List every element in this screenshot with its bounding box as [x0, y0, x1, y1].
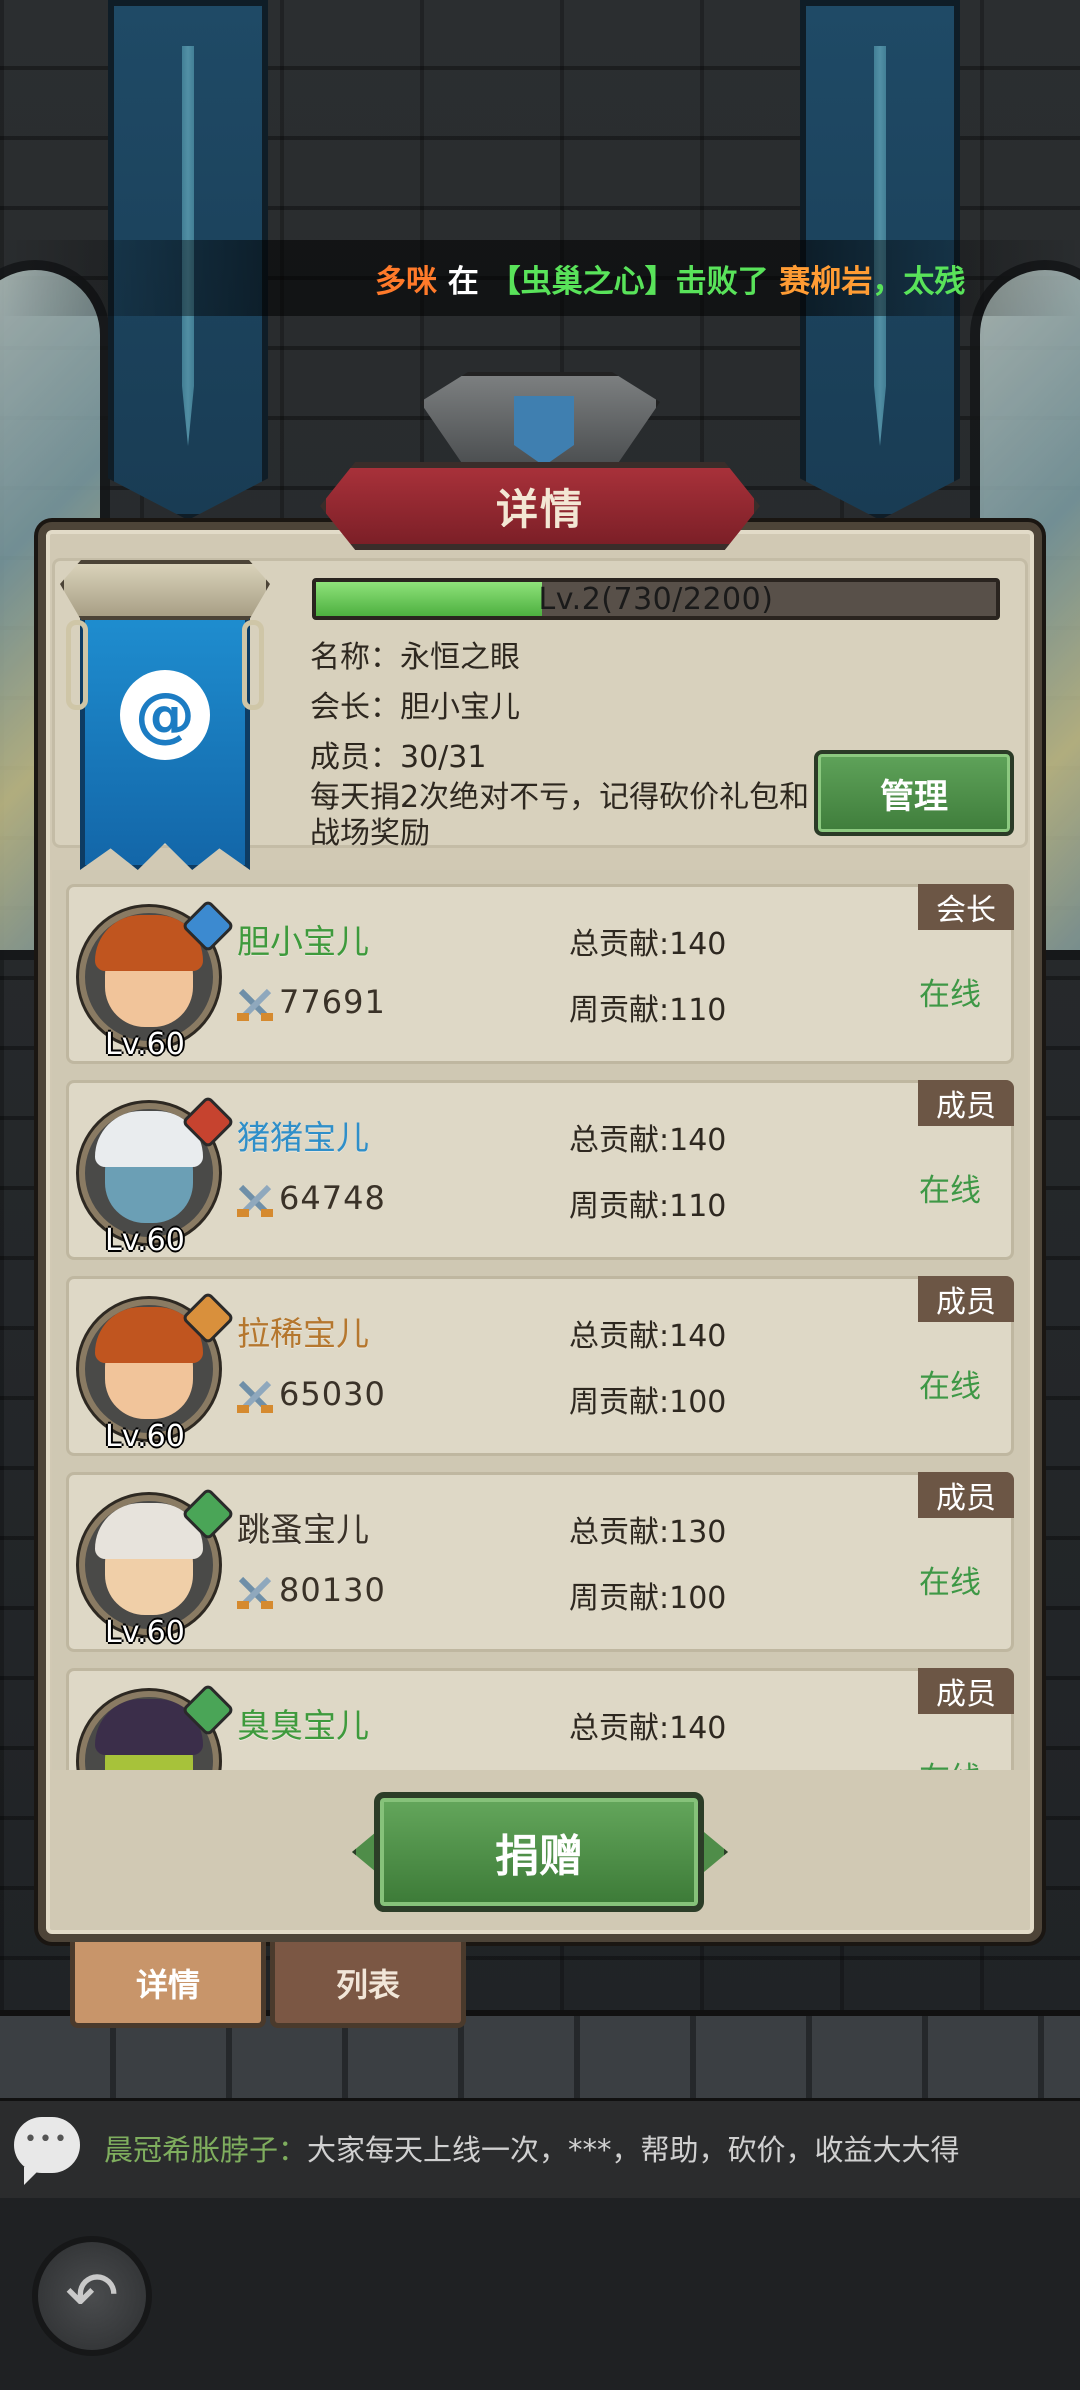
member-role-tag: 成员	[918, 1276, 1014, 1322]
bottom-bar	[0, 2198, 1080, 2390]
member-list[interactable]: Lv.60 胆小宝儿 77691 总贡献:140 周贡献:110 在线 会长 Lv.60 猪猪宝…	[52, 870, 1028, 1770]
member-status: 在线	[919, 977, 981, 1013]
member-level: Lv.60	[105, 1027, 185, 1062]
chat-bubble-icon[interactable]	[14, 2117, 80, 2173]
member-name: 臭臭宝儿	[237, 1706, 369, 1745]
member-status: 在线	[919, 1173, 981, 1209]
member-card[interactable]: Lv.60 猪猪宝儿 64748 总贡献:140 周贡献:110 在线 成员	[66, 1080, 1014, 1260]
member-status: 在线	[919, 1369, 981, 1405]
member-status: 在线	[919, 1565, 981, 1601]
member-name: 拉稀宝儿	[237, 1314, 369, 1353]
crossed-swords-icon	[237, 1380, 273, 1413]
member-name: 猪猪宝儿	[237, 1118, 369, 1157]
member-name: 跳蚤宝儿	[237, 1510, 369, 1549]
member-name: 胆小宝儿	[237, 922, 369, 961]
member-weekly-contribution: 周贡献:100	[569, 1385, 727, 1420]
member-power: 64748	[279, 1179, 386, 1217]
broadcast-marquee: 多咪 在 【虫巢之心】击败了 赛柳岩，太残	[0, 240, 1080, 316]
guild-member-count: 成员：30/31	[310, 740, 487, 775]
member-total-contribution: 总贡献:140	[569, 1319, 727, 1354]
crossed-swords-icon	[237, 988, 273, 1021]
member-power: 80130	[279, 1571, 386, 1609]
member-weekly-contribution: 周贡献:110	[569, 993, 727, 1028]
guild-xp-bar: Lv.2(730/2200)	[312, 578, 1000, 620]
member-role-tag: 成员	[918, 1668, 1014, 1714]
avatar[interactable]: Lv.60	[79, 1095, 235, 1258]
dialog-title: 详情	[495, 484, 584, 534]
spiral-emblem-icon: @	[120, 670, 210, 760]
tab-list[interactable]: 列表	[270, 1942, 466, 2028]
guild-leader: 会长：胆小宝儿	[310, 690, 520, 725]
crossed-swords-icon	[237, 1184, 273, 1217]
member-total-contribution: 总贡献:140	[569, 1711, 727, 1746]
tab-details[interactable]: 详情	[70, 1942, 266, 2028]
member-card[interactable]: Lv.60 跳蚤宝儿 80130 总贡献:130 周贡献:100 在线 成员	[66, 1472, 1014, 1652]
chain-icon	[242, 620, 264, 710]
dialog-title-plate: 详情	[320, 462, 760, 550]
member-card[interactable]: Lv.60 胆小宝儿 77691 总贡献:140 周贡献:110 在线 会长	[66, 884, 1014, 1064]
manage-button[interactable]: 管理	[814, 750, 1014, 836]
chat-message: 大家每天上线一次，***，帮助，砍价，收益大大得	[307, 2133, 960, 2167]
guild-flag: @	[60, 560, 270, 880]
member-total-contribution: 总贡献:140	[569, 927, 727, 962]
flag-bar	[60, 560, 270, 620]
guild-notice: 每天捐2次绝对不亏，记得砍价礼包和战场奖励	[310, 780, 810, 851]
guild-name: 名称：永恒之眼	[310, 640, 520, 675]
broadcast-player: 多咪	[375, 264, 437, 300]
donate-button[interactable]: 捐赠	[374, 1792, 704, 1912]
broadcast-action: 击败了	[675, 264, 769, 300]
chat-speaker: 晨冠希胀脖子	[104, 2133, 279, 2167]
member-level: Lv.60	[105, 1419, 185, 1454]
broadcast-text: 多咪 在 【虫巢之心】击败了 赛柳岩，太残	[375, 256, 1035, 300]
member-role-tag: 成员	[918, 1080, 1014, 1126]
member-weekly-contribution: 周贡献:110	[569, 1189, 727, 1224]
world-chat-bar[interactable]: 晨冠希胀脖子：大家每天上线一次，***，帮助，砍价，收益大大得	[0, 2098, 1080, 2198]
back-arrow-icon[interactable]: ↶	[32, 2236, 152, 2356]
member-role-tag: 会长	[918, 884, 1014, 930]
broadcast-location: 【虫巢之心】	[489, 264, 676, 300]
avatar[interactable]: Lv.60	[79, 1683, 235, 1770]
member-total-contribution: 总贡献:130	[569, 1515, 727, 1550]
broadcast-in: 在	[447, 264, 479, 300]
chain-icon	[66, 620, 88, 710]
member-level: Lv.60	[105, 1615, 185, 1650]
avatar[interactable]: Lv.60	[79, 1291, 235, 1454]
member-level: Lv.60	[105, 1223, 185, 1258]
member-power: 77691	[279, 983, 386, 1021]
broadcast-tail: ，太残	[872, 264, 966, 300]
member-role-tag: 成员	[918, 1472, 1014, 1518]
chat-message-line: 晨冠希胀脖子：大家每天上线一次，***，帮助，砍价，收益大大得	[104, 2127, 1064, 2169]
avatar[interactable]: Lv.60	[79, 899, 235, 1062]
member-total-contribution: 总贡献:140	[569, 1123, 727, 1158]
broadcast-target: 赛柳岩	[779, 264, 873, 300]
member-weekly-contribution: 周贡献:100	[569, 1581, 727, 1616]
member-card[interactable]: Lv.60 拉稀宝儿 65030 总贡献:140 周贡献:100 在线 成员	[66, 1276, 1014, 1456]
avatar[interactable]: Lv.60	[79, 1487, 235, 1650]
member-status: 在线	[919, 1753, 981, 1770]
member-card[interactable]: Lv.60臭臭宝儿 总贡献:140 在线 成员	[66, 1668, 1014, 1770]
crossed-swords-icon	[237, 1576, 273, 1609]
guild-level-text: Lv.2(730/2200)	[538, 581, 774, 617]
chat-separator: ：	[278, 2133, 308, 2167]
member-power: 65030	[279, 1375, 386, 1413]
